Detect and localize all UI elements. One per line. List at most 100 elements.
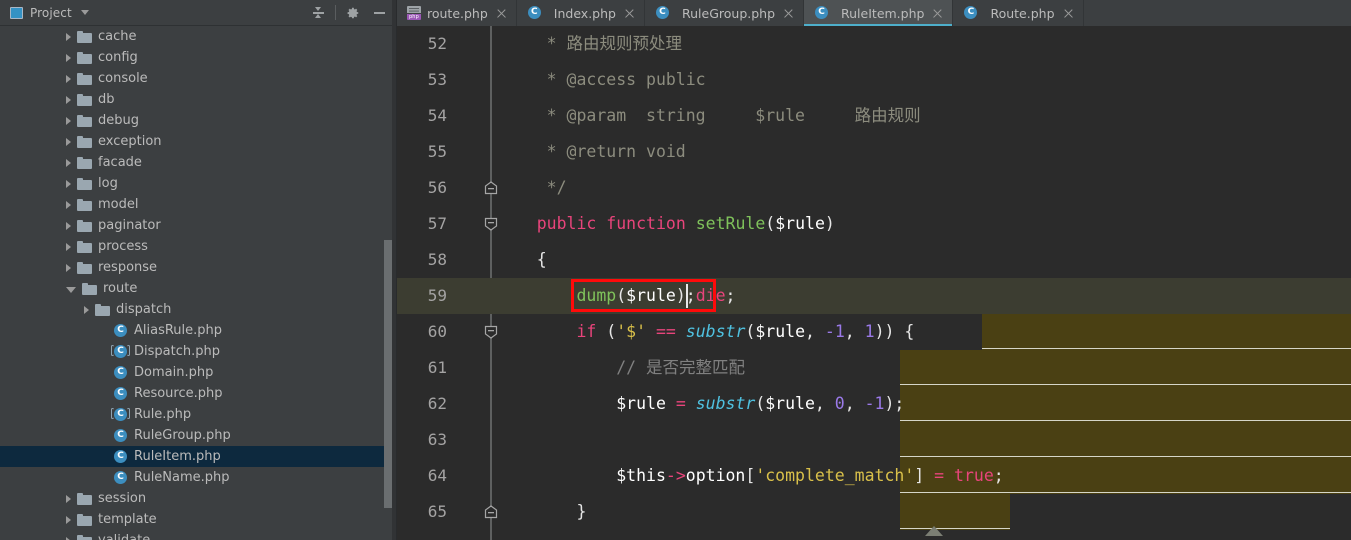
tree-item-template[interactable]: template — [0, 509, 396, 530]
code-token: , — [844, 394, 865, 413]
project-file-tree[interactable]: cache config console db debug exception facade… — [0, 26, 396, 540]
editor-tab-index-php[interactable]: C Index.php — [517, 0, 645, 26]
chevron-right-icon[interactable] — [66, 263, 71, 272]
line-number[interactable]: 61 — [397, 350, 453, 386]
close-icon[interactable] — [1063, 8, 1074, 19]
chevron-down-icon[interactable] — [66, 286, 76, 293]
line-number[interactable]: 65 — [397, 494, 453, 530]
tree-item-console[interactable]: console — [0, 68, 396, 89]
ide-window: Project cache config console db debug ex… — [0, 0, 1351, 540]
close-icon[interactable] — [783, 8, 794, 19]
tree-item-config[interactable]: config — [0, 47, 396, 68]
chevron-right-icon[interactable] — [66, 494, 71, 503]
code-text: // 是否完整匹配 — [497, 350, 745, 386]
tree-item-debug[interactable]: debug — [0, 110, 396, 131]
line-number[interactable]: 59 — [397, 278, 453, 314]
line-number[interactable]: 64 — [397, 458, 453, 494]
line-number[interactable]: 53 — [397, 62, 453, 98]
chevron-right-icon[interactable] — [66, 137, 71, 146]
tree-item-dispatch[interactable]: dispatch — [0, 299, 396, 320]
tree-item-log[interactable]: log — [0, 173, 396, 194]
chevron-right-icon[interactable] — [66, 515, 71, 524]
line-number[interactable]: 52 — [397, 26, 453, 62]
tree-item-cache[interactable]: cache — [0, 26, 396, 47]
tree-item-dispatch-php[interactable]: C Dispatch.php — [0, 341, 396, 362]
close-icon[interactable] — [932, 8, 943, 19]
line-number[interactable]: 63 — [397, 422, 453, 458]
tree-item-resource-php[interactable]: C Resource.php — [0, 383, 396, 404]
code-editor[interactable]: 52 * 路由规则预处理 53 * @access public 54 * @par… — [397, 26, 1351, 540]
chevron-right-icon[interactable] — [66, 95, 71, 104]
tree-item-paginator[interactable]: paginator — [0, 215, 396, 236]
code-line: 61 // 是否完整匹配 — [397, 350, 1351, 386]
tree-item-rulegroup-php[interactable]: C RuleGroup.php — [0, 425, 396, 446]
collapse-all-button[interactable] — [305, 1, 331, 25]
chevron-right-icon[interactable] — [66, 116, 71, 125]
chevron-right-icon[interactable] — [66, 221, 71, 230]
chevron-right-icon[interactable] — [66, 179, 71, 188]
tree-item-facade[interactable]: facade — [0, 152, 396, 173]
tree-item-ruleitem-php[interactable]: C RuleItem.php — [0, 446, 396, 467]
tree-item-rule-php[interactable]: C Rule.php — [0, 404, 396, 425]
code-line: 58 { — [397, 242, 1351, 278]
folder-icon — [82, 282, 97, 295]
line-number[interactable]: 54 — [397, 98, 453, 134]
code-token: [ — [745, 466, 756, 485]
close-icon[interactable] — [624, 8, 635, 19]
code-line: 62 $rule = substr($rule, 0, -1); — [397, 386, 1351, 422]
fold-end-icon[interactable] — [483, 180, 499, 196]
editor-tab-rulegroup-php[interactable]: C RuleGroup.php — [645, 0, 805, 26]
code-token: if — [576, 322, 597, 341]
code-token: , — [805, 322, 825, 341]
editor-tab-ruleitem-php[interactable]: C RuleItem.php — [804, 0, 954, 26]
editor-tab-route-php[interactable]: C Route.php — [953, 0, 1084, 26]
php-abstract-class-icon: C — [111, 344, 130, 359]
tree-item-exception[interactable]: exception — [0, 131, 396, 152]
tree-item-model[interactable]: model — [0, 194, 396, 215]
chevron-right-icon[interactable] — [66, 32, 71, 41]
editor-tab-bar: php route.php C Index.php C RuleGroup.php C Rul… — [397, 0, 1351, 26]
code-line: 57 public function setRule($rule) — [397, 206, 1351, 242]
tab-label: route.php — [427, 5, 488, 21]
collapse-all-icon — [312, 6, 325, 19]
fold-start-icon[interactable] — [483, 216, 499, 232]
chevron-right-icon[interactable] — [84, 305, 89, 314]
tree-item-db[interactable]: db — [0, 89, 396, 110]
code-token: ( — [616, 286, 627, 305]
tree-item-route[interactable]: route — [0, 278, 396, 299]
tree-item-aliasrule-php[interactable]: C AliasRule.php — [0, 320, 396, 341]
line-number[interactable]: 60 — [397, 314, 453, 350]
tree-item-label: RuleItem.php — [134, 449, 221, 464]
tree-item-session[interactable]: session — [0, 488, 396, 509]
line-number[interactable]: 58 — [397, 242, 453, 278]
code-line: 54 * @param string $rule 路由规则 — [397, 98, 1351, 134]
chevron-right-icon[interactable] — [66, 242, 71, 251]
tree-item-label: AliasRule.php — [134, 323, 223, 338]
tree-item-process[interactable]: process — [0, 236, 396, 257]
tree-item-response[interactable]: response — [0, 257, 396, 278]
chevron-right-icon[interactable] — [66, 53, 71, 62]
php-class-icon: C — [113, 470, 128, 485]
fold-start-icon[interactable] — [483, 324, 499, 340]
hide-panel-button[interactable] — [366, 1, 392, 25]
tree-item-rulename-php[interactable]: C RuleName.php — [0, 467, 396, 488]
chevron-right-icon[interactable] — [66, 158, 71, 167]
editor-tab-route-php[interactable]: php route.php — [397, 0, 517, 26]
chevron-right-icon[interactable] — [66, 536, 71, 540]
line-number[interactable]: 56 — [397, 170, 453, 206]
folder-icon — [77, 51, 92, 64]
line-number[interactable]: 55 — [397, 134, 453, 170]
chevron-right-icon[interactable] — [66, 200, 71, 209]
close-icon[interactable] — [496, 8, 507, 19]
settings-button[interactable] — [340, 1, 366, 25]
line-number[interactable]: 62 — [397, 386, 453, 422]
chevron-right-icon[interactable] — [66, 74, 71, 83]
line-number[interactable]: 57 — [397, 206, 453, 242]
tree-item-domain-php[interactable]: C Domain.php — [0, 362, 396, 383]
chevron-down-icon[interactable] — [80, 10, 89, 15]
sidebar-scrollbar-thumb[interactable] — [384, 240, 392, 508]
fold-end-icon[interactable] — [483, 504, 499, 520]
tree-item-validate[interactable]: validate — [0, 530, 396, 540]
tree-item-label: Dispatch.php — [134, 344, 220, 359]
